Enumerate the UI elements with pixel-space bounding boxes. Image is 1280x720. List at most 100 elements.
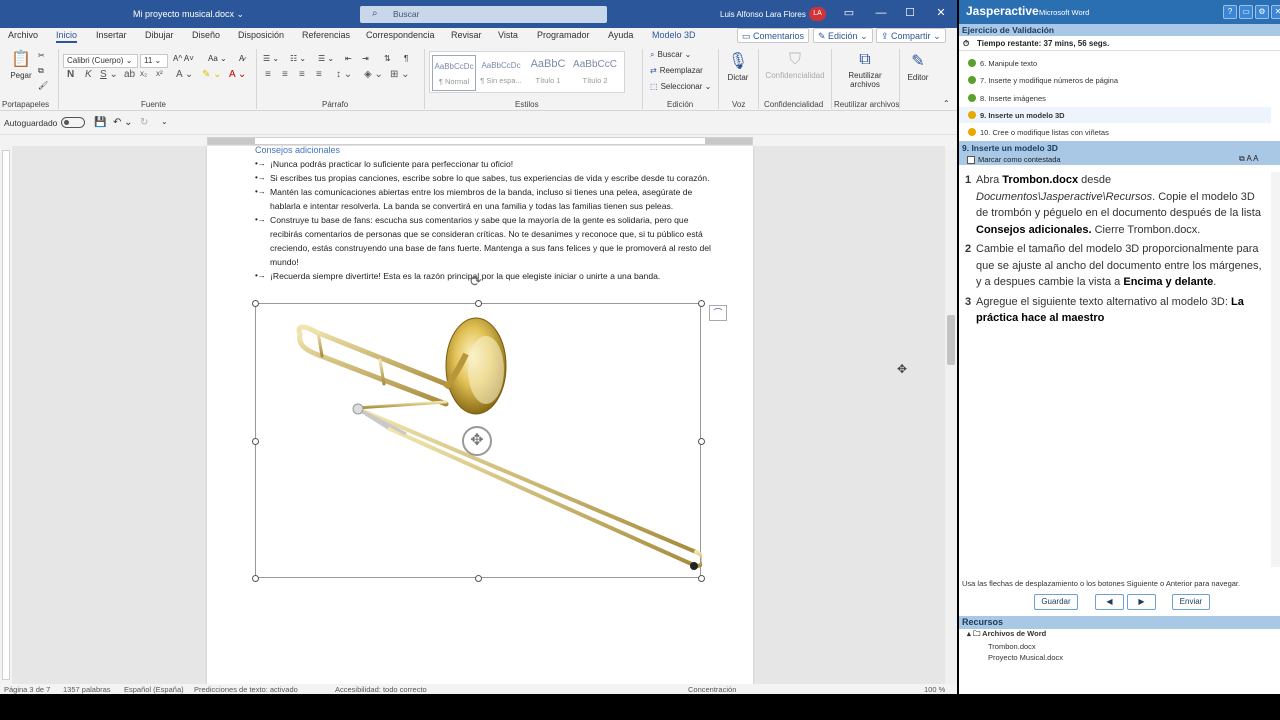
zoom-level[interactable]: 100 %	[924, 685, 945, 694]
window-icon[interactable]: ▭	[1239, 5, 1253, 19]
submit-button[interactable]: Enviar	[1172, 594, 1210, 610]
dictate-button[interactable]: 🎙 Dictar	[724, 51, 752, 82]
text-predictions[interactable]: Predicciones de texto: activado	[194, 685, 298, 694]
tab-referencias[interactable]: Referencias	[302, 30, 350, 40]
show-marks-icon[interactable]: ¶	[404, 54, 408, 63]
tab-dibujar[interactable]: Dibujar	[145, 30, 174, 40]
subscript-icon[interactable]: x₂	[140, 69, 147, 78]
tab-insertar[interactable]: Insertar	[96, 30, 127, 40]
resource-file[interactable]: Trombon.docx	[988, 642, 1036, 651]
tab-inicio[interactable]: Inicio	[56, 30, 78, 43]
resize-handle[interactable]	[252, 300, 259, 307]
style-no-spacing[interactable]: AaBbCcDc ¶ Sin espa...	[479, 55, 523, 91]
resize-handle[interactable]	[252, 575, 259, 582]
task-item[interactable]: 7. Inserte y modifique números de página	[959, 72, 1271, 88]
sort-icon[interactable]: ⇅	[384, 54, 391, 63]
previous-button[interactable]: ◀	[1095, 594, 1124, 610]
numbering-icon[interactable]: ☷ ⌄	[290, 54, 306, 63]
rotate-handle-icon[interactable]: ⟳	[470, 273, 482, 290]
tab-modelo-3d[interactable]: Modelo 3D	[652, 30, 696, 40]
grow-font-icon[interactable]: A^ A˅	[173, 54, 194, 63]
vertical-ruler[interactable]	[2, 150, 10, 680]
superscript-icon[interactable]: x²	[156, 69, 163, 78]
shading-icon[interactable]: ◈ ⌄	[364, 69, 383, 80]
select-button[interactable]: ⬚ Seleccionar ⌄	[650, 82, 711, 91]
user-name[interactable]: Luis Alfonso Lara Flores	[720, 10, 806, 19]
tab-vista[interactable]: Vista	[498, 30, 518, 40]
italic-icon[interactable]: K	[85, 69, 92, 80]
close-button[interactable]: ✕	[931, 5, 951, 21]
3d-rotate-control-icon[interactable]: ✥	[462, 426, 492, 456]
tab-diseno[interactable]: Diseño	[192, 30, 220, 40]
style-heading-2[interactable]: AaBbCcC Título 2	[573, 55, 617, 91]
font-color-icon[interactable]: A ⌄	[229, 69, 246, 80]
bullets-icon[interactable]: ☰ ⌄	[263, 54, 279, 63]
resize-handle[interactable]	[475, 300, 482, 307]
resources-folder[interactable]: ▴ 🗀 Archivos de Word	[967, 628, 1046, 641]
maximize-button[interactable]: ☐	[900, 5, 920, 21]
justify-icon[interactable]: ≡	[316, 69, 322, 80]
text-effects-icon[interactable]: A ⌄	[176, 69, 193, 80]
redo-icon[interactable]: ↻	[140, 117, 148, 128]
tab-archivo[interactable]: Archivo	[8, 30, 38, 40]
resize-handle[interactable]	[698, 300, 705, 307]
list-item[interactable]: ¡Nunca podrás practicar lo suficiente pa…	[255, 157, 715, 171]
underline-icon[interactable]: S ⌄	[100, 69, 118, 80]
close-panel-icon[interactable]: ✕	[1271, 5, 1280, 19]
clear-formatting-icon[interactable]: A̷	[239, 54, 244, 63]
language-indicator[interactable]: Español (España)	[124, 685, 184, 694]
resize-handle[interactable]	[698, 438, 705, 445]
vertical-scrollbar[interactable]	[945, 150, 957, 684]
task-item[interactable]: 6. Manipule texto	[959, 55, 1271, 71]
focus-mode[interactable]: Concentración	[688, 685, 736, 694]
tab-programador[interactable]: Programador	[537, 30, 590, 40]
autosave-toggle[interactable]	[61, 117, 85, 128]
help-icon[interactable]: ?	[1223, 5, 1237, 19]
multilevel-list-icon[interactable]: ☰ ⌄	[318, 54, 334, 63]
bold-icon[interactable]: N	[67, 69, 74, 80]
list-item[interactable]: Si escribes tus propias canciones, escri…	[255, 171, 715, 185]
decrease-indent-icon[interactable]: ⇤	[345, 54, 352, 63]
word-count[interactable]: 1357 palabras	[63, 685, 111, 694]
change-case-icon[interactable]: Aa ⌄	[208, 54, 227, 63]
editor-button[interactable]: ✎ Editor	[903, 51, 933, 82]
undo-icon[interactable]: ↶ ⌄	[113, 117, 133, 128]
resize-handle[interactable]	[252, 438, 259, 445]
collapse-ribbon-icon[interactable]: ⌃	[943, 99, 950, 108]
tab-revisar[interactable]: Revisar	[451, 30, 482, 40]
tab-correspondencia[interactable]: Correspondencia	[366, 30, 435, 40]
mark-answered-checkbox[interactable]	[967, 156, 975, 164]
highlight-icon[interactable]: ✎ ⌄	[202, 69, 222, 80]
copy-icon[interactable]: ⧉	[38, 66, 44, 76]
strikethrough-icon[interactable]: ab	[124, 69, 135, 80]
resource-file[interactable]: Proyecto Musical.docx	[988, 653, 1063, 662]
find-button[interactable]: ⌕ Buscar ⌄	[650, 50, 691, 60]
settings-icon[interactable]: ⚙	[1255, 5, 1269, 19]
next-button[interactable]: ▶	[1127, 594, 1156, 610]
tab-disposicion[interactable]: Disposición	[238, 30, 284, 40]
save-button[interactable]: Guardar	[1034, 594, 1078, 610]
task-item[interactable]: 8. Inserte imágenes	[959, 90, 1271, 106]
sensitivity-button[interactable]: ⛉ Confidencialidad	[762, 51, 828, 80]
reuse-files-button[interactable]: ⧉ Reutilizar archivos	[840, 51, 890, 89]
horizontal-ruler[interactable]	[207, 137, 753, 145]
document-page[interactable]: Consejos adicionales ¡Nunca podrás pract…	[207, 145, 753, 684]
borders-icon[interactable]: ⊞ ⌄	[390, 69, 410, 80]
align-left-icon[interactable]: ≡	[265, 69, 271, 80]
page-indicator[interactable]: Página 3 de 7	[4, 685, 50, 694]
layout-options-icon[interactable]: ⌒	[709, 305, 727, 321]
list-item[interactable]: Mantén las comunicaciones abiertas entre…	[255, 185, 715, 213]
list-item[interactable]: ¡Recuerda siempre divertirte! Esta es la…	[255, 269, 715, 283]
search-box[interactable]: ⌕ Buscar	[360, 6, 607, 23]
replace-button[interactable]: ⇄ Reemplazar	[650, 66, 703, 75]
text-size-icon[interactable]: ⧉ A A	[1239, 154, 1259, 164]
comments-button[interactable]: ▭ Comentarios	[737, 28, 810, 43]
increase-indent-icon[interactable]: ⇥	[362, 54, 369, 63]
line-spacing-icon[interactable]: ↕ ⌄	[336, 69, 352, 80]
align-right-icon[interactable]: ≡	[299, 69, 305, 80]
align-center-icon[interactable]: ≡	[282, 69, 288, 80]
avatar[interactable]: LA	[809, 7, 826, 21]
customize-toolbar-icon[interactable]: ⌄	[161, 117, 168, 126]
list-item[interactable]: Construye tu base de fans: escucha sus c…	[255, 213, 715, 269]
tab-ayuda[interactable]: Ayuda	[608, 30, 633, 40]
